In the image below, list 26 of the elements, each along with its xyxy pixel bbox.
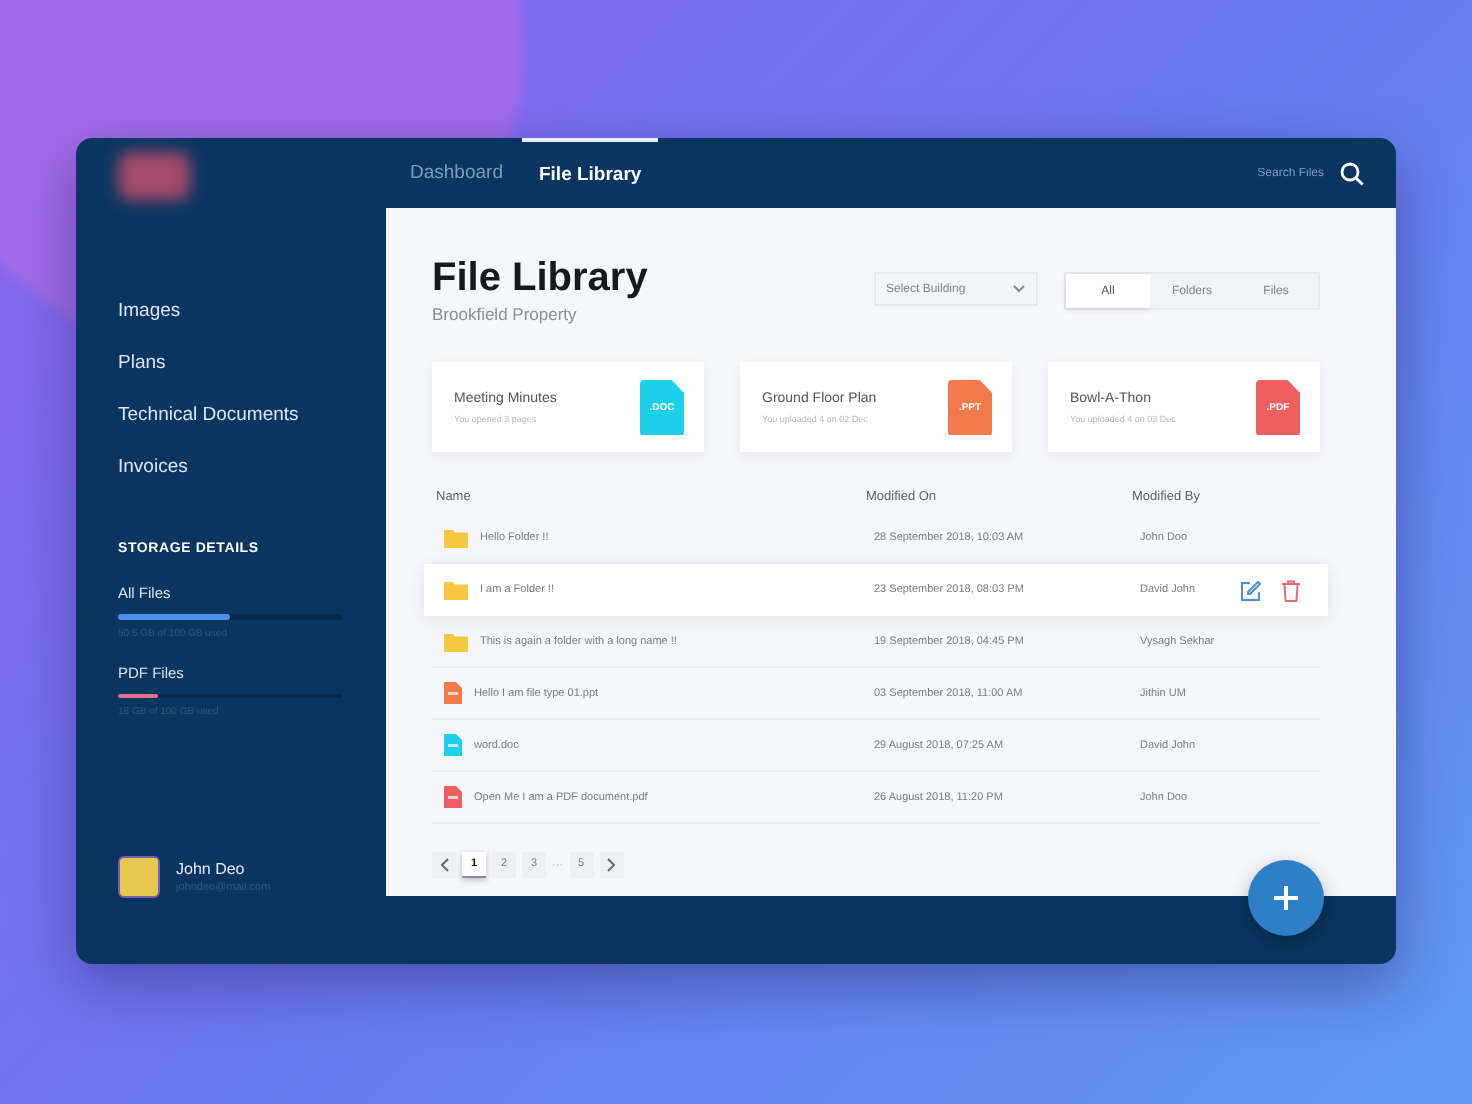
next-page-button[interactable] [599,852,623,878]
chevron-right-icon [606,857,616,871]
page-title: File Library [432,256,648,302]
nav-tab[interactable]: Dashboard [410,138,503,208]
sidebar-item[interactable]: Images [118,300,386,322]
chevron-down-icon [1012,284,1026,294]
sidebar-item[interactable]: Technical Documents [118,404,386,426]
folder-icon [444,527,468,547]
add-button[interactable] [1248,860,1324,936]
file-icon [444,734,462,756]
edit-icon[interactable] [1240,579,1262,601]
sidebar-item[interactable]: Plans [118,352,386,374]
file-icon [444,682,462,704]
avatar-icon [118,856,160,898]
chevron-left-icon [439,857,449,871]
folder-icon [444,631,468,651]
file-icon [444,786,462,808]
sidebar-item[interactable]: Invoices [118,456,386,478]
search-icon[interactable] [1340,161,1364,185]
plus-icon [1274,886,1298,910]
previous-page-button[interactable] [432,852,456,878]
logo-placeholder [118,152,190,200]
delete-icon[interactable] [1282,579,1300,601]
user-name: John Deo [176,860,247,878]
page-subtitle: Brookfield Property [432,304,579,324]
folder-icon [444,580,468,600]
